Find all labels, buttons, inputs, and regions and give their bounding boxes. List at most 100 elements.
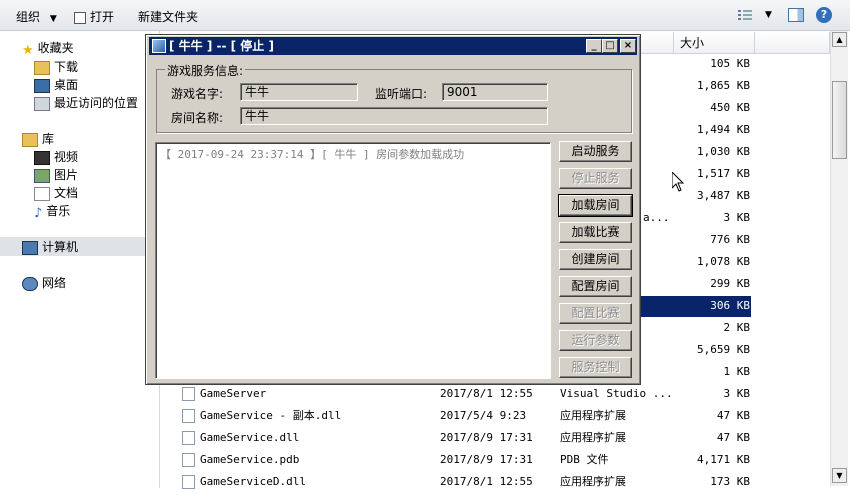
port-label: 监听端口: [375, 87, 428, 101]
scroll-thumb[interactable] [832, 81, 847, 159]
file-size: 4,171 KB [697, 453, 750, 466]
file-row[interactable]: GameServer 2017/8/1 12:55 Visual Studio ..… [162, 383, 830, 405]
organize-label: 组织 [16, 10, 41, 24]
close-button[interactable]: × [620, 39, 636, 53]
chevron-down-icon: ▼ [49, 14, 57, 24]
column-header-type[interactable] [641, 32, 674, 54]
column-header-size[interactable]: 大小 [674, 32, 755, 54]
file-name: GameService.pdb [200, 453, 300, 466]
music-icon: ♪ [34, 205, 43, 221]
nav-label: 库 [42, 132, 55, 146]
nav-item-music[interactable]: ♪ 音乐 [34, 202, 70, 221]
stop-service-button[interactable]: 停止服务 [559, 168, 632, 189]
start-service-button[interactable]: 启动服务 [559, 141, 632, 162]
nav-item-favorites[interactable]: ★ 收藏夹 [22, 39, 74, 58]
preview-pane-icon[interactable] [788, 8, 804, 22]
desktop-icon [34, 78, 50, 93]
size-cell: 1 KB [723, 365, 751, 378]
explorer-toolbar: 组织 ▼ 打开 新建文件夹 ▼ ? [0, 0, 850, 31]
library-icon [22, 132, 38, 147]
log-output[interactable]: 【 2017-09-24 23:37:14 】[ 牛牛 ] 房间参数加载成功 [155, 142, 551, 379]
open-button[interactable]: 打开 [74, 8, 114, 25]
app-icon [152, 39, 166, 53]
file-date: 2017/8/9 17:31 [440, 431, 533, 444]
size-cell: 3 KB [723, 211, 751, 224]
nav-item-recent[interactable]: 最近访问的位置 [34, 94, 138, 112]
nav-item-downloads[interactable]: 下载 [34, 58, 78, 76]
view-dropdown-icon[interactable]: ▼ [765, 10, 772, 20]
documents-icon [34, 186, 50, 201]
nav-item-documents[interactable]: 文档 [34, 184, 78, 202]
size-cell: 1,494 KB [697, 123, 750, 136]
config-match-button[interactable]: 配置比赛 [559, 303, 632, 324]
room-name-label: 房间名称: [171, 111, 224, 125]
vertical-scrollbar[interactable]: ▲ ▼ [830, 31, 848, 486]
organize-button[interactable]: 组织 ▼ [16, 8, 57, 25]
star-icon: ★ [22, 42, 34, 58]
size-cell: 1,517 KB [697, 167, 750, 180]
file-type: PDB 文件 [560, 453, 609, 466]
game-name-field[interactable]: 牛牛 [240, 83, 358, 101]
config-room-button[interactable]: 配置房间 [559, 276, 632, 297]
minimize-button[interactable]: _ [586, 39, 602, 53]
navigation-pane: ★ 收藏夹 下载 桌面 最近访问的位置 库 视频 图片 文档 ♪ 音乐 计算机 网络 [0, 31, 160, 488]
file-type: Visual Studio ... [560, 387, 673, 400]
dialog-titlebar[interactable]: [ 牛牛 ] -- [ 停止 ] _ □ × [149, 37, 637, 55]
group-title: 游戏服务信息: [165, 62, 246, 79]
load-match-button[interactable]: 加载比赛 [559, 222, 632, 243]
file-row[interactable]: GameService.dll 2017/8/9 17:31 应用程序扩展 47 KB [162, 427, 830, 449]
nav-label: 图片 [54, 168, 79, 182]
run-params-button[interactable]: 运行参数 [559, 330, 632, 351]
size-cell: 5,659 KB [697, 343, 750, 356]
nav-label: 文档 [54, 186, 79, 200]
room-name-field[interactable]: 牛牛 [240, 107, 548, 125]
file-size: 47 KB [716, 409, 750, 422]
file-row[interactable]: GameService - 副本.dll 2017/5/4 9:23 应用程序扩展 4… [162, 405, 830, 427]
nav-item-network[interactable]: 网络 [22, 274, 66, 292]
column-header-extra[interactable] [755, 32, 830, 54]
service-info-group: 游戏服务信息: 游戏名字: 牛牛 监听端口: 9001 房间名称: 牛牛 [156, 62, 632, 133]
nav-label: 最近访问的位置 [54, 96, 139, 110]
nav-item-pictures[interactable]: 图片 [34, 166, 78, 184]
downloads-folder-icon [34, 60, 50, 75]
scroll-down-arrow[interactable]: ▼ [832, 468, 847, 483]
pictures-icon [34, 168, 50, 183]
size-cell: 450 KB [710, 101, 750, 114]
file-size: 173 KB [710, 475, 750, 488]
nav-item-videos[interactable]: 视频 [34, 148, 78, 166]
nav-item-desktop[interactable]: 桌面 [34, 76, 78, 94]
load-room-button[interactable]: 加载房间 [558, 194, 633, 217]
file-icon [182, 453, 195, 467]
nav-label: 收藏夹 [37, 41, 74, 55]
create-room-button[interactable]: 创建房间 [559, 249, 632, 270]
file-date: 2017/8/1 12:55 [440, 387, 533, 400]
file-name: GameService.dll [200, 431, 300, 444]
file-icon [182, 409, 195, 423]
port-field[interactable]: 9001 [442, 83, 548, 101]
file-row[interactable]: GameService.pdb 2017/8/9 17:31 PDB 文件 4,171… [162, 449, 830, 471]
dialog-title: [ 牛牛 ] -- [ 停止 ] [169, 39, 274, 53]
size-cell: 2 KB [723, 321, 751, 334]
nav-item-computer[interactable]: 计算机 [22, 238, 78, 256]
nav-label: 计算机 [42, 240, 79, 254]
size-cell: 3,487 KB [697, 189, 750, 202]
new-folder-button[interactable]: 新建文件夹 [138, 8, 198, 25]
file-icon [182, 431, 195, 445]
service-control-button[interactable]: 服务控制 [559, 357, 632, 378]
recent-places-icon [34, 96, 50, 111]
file-type: 应用程序扩展 [560, 409, 626, 422]
open-icon [74, 11, 86, 24]
size-cell: 1,865 KB [697, 79, 750, 92]
file-row[interactable]: GameServiceD.dll 2017/8/1 12:55 应用程序扩展 173 … [162, 471, 830, 493]
view-options-icon[interactable] [738, 9, 752, 21]
game-service-dialog: [ 牛牛 ] -- [ 停止 ] _ □ × 游戏服务信息: 游戏名字: 牛牛 … [145, 34, 641, 385]
nav-label: 视频 [54, 150, 79, 164]
file-icon [182, 475, 195, 489]
nav-item-library[interactable]: 库 [22, 130, 54, 148]
size-cell: 299 KB [710, 277, 750, 290]
file-date: 2017/5/4 9:23 [440, 409, 527, 422]
help-icon[interactable]: ? [816, 7, 832, 23]
maximize-button[interactable]: □ [602, 39, 618, 53]
size-cell: 1,030 KB [697, 145, 750, 158]
scroll-up-arrow[interactable]: ▲ [832, 32, 847, 47]
